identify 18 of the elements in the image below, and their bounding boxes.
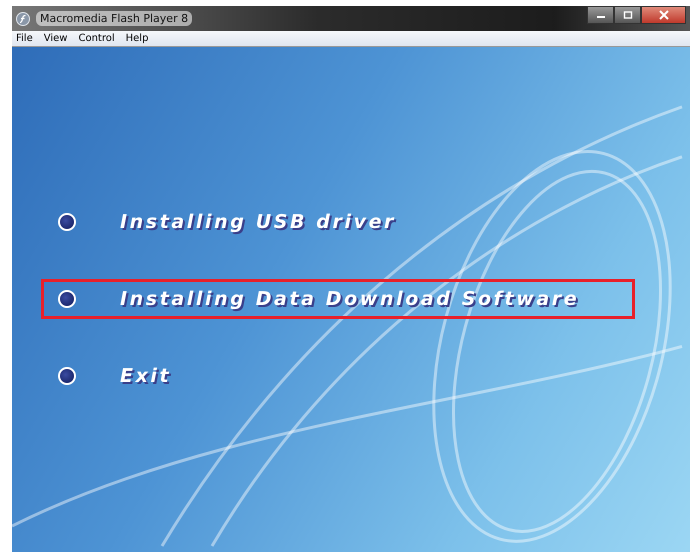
maximize-button[interactable] — [614, 6, 641, 24]
flash-logo-icon — [16, 12, 30, 26]
bullet-icon — [58, 290, 76, 308]
option-label: Installing USB driver — [120, 211, 396, 233]
menu-item[interactable]: Control — [78, 33, 115, 44]
close-button[interactable] — [641, 6, 686, 24]
option-label: Installing Data Download Software — [120, 288, 580, 310]
menu-item[interactable]: View — [44, 33, 68, 44]
menu-option[interactable]: Exit — [41, 356, 635, 396]
maximize-icon — [622, 11, 632, 19]
option-label: Exit — [120, 365, 172, 387]
menu-item[interactable]: File — [16, 33, 33, 44]
window-title: Macromedia Flash Player 8 — [36, 11, 192, 26]
close-icon — [658, 10, 670, 20]
menu-item[interactable]: Help — [126, 33, 148, 44]
bullet-icon — [58, 367, 76, 385]
minimize-button[interactable] — [587, 6, 614, 24]
bullet-icon — [58, 213, 76, 231]
